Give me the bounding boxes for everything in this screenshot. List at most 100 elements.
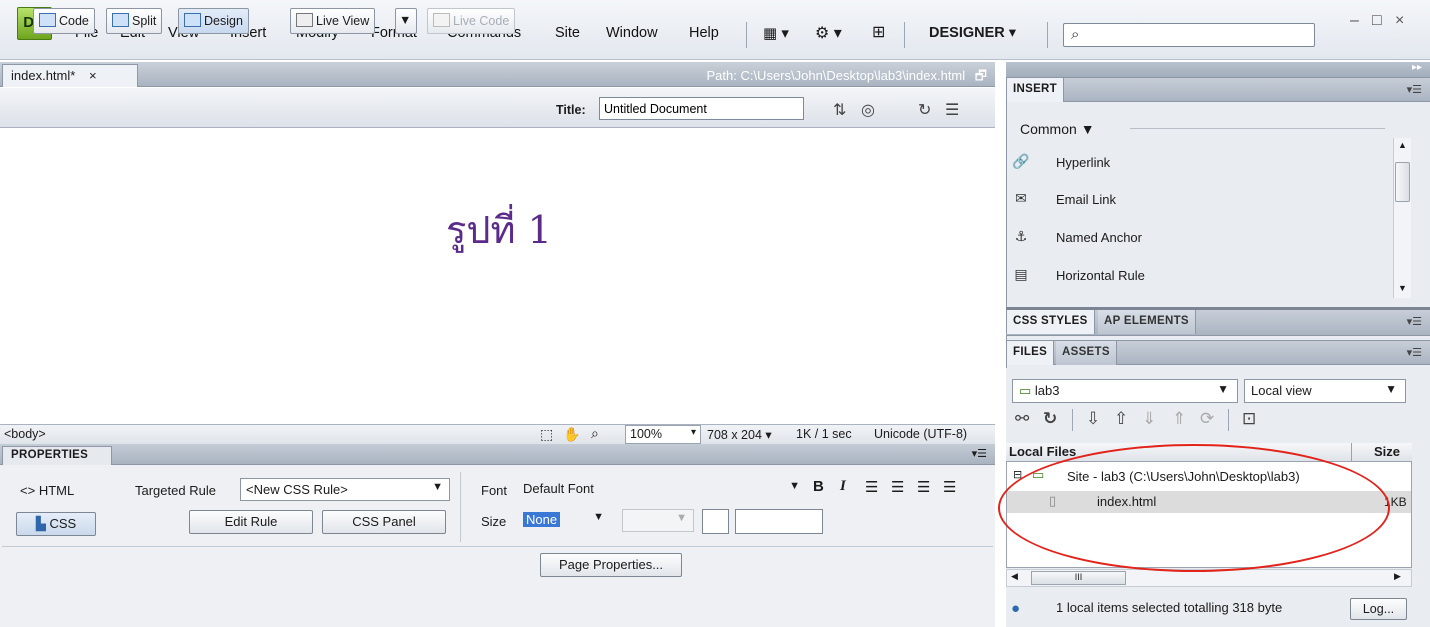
minimize-icon[interactable]: – (1350, 12, 1359, 30)
color-picker[interactable] (702, 509, 729, 534)
workspace-label: DESIGNER (929, 25, 1005, 41)
zoom-select[interactable]: 100% ▾ (625, 425, 701, 444)
put-files-icon[interactable]: ⇧ (1114, 409, 1128, 429)
tab-ap-elements[interactable]: AP ELEMENTS (1098, 310, 1196, 334)
column-local-files[interactable]: Local Files (1009, 444, 1076, 459)
get-files-icon[interactable]: ⇩ (1086, 409, 1100, 429)
tab-insert[interactable]: INSERT (1006, 78, 1064, 102)
refresh-icon[interactable]: ↻ (918, 100, 931, 120)
path-label: Path: (706, 68, 737, 83)
css-panel-button[interactable]: CSS Panel (322, 510, 446, 534)
hand-tool-icon[interactable]: ✋ (563, 426, 580, 443)
title-input[interactable] (599, 97, 804, 120)
email-link-icon: ✉ (1015, 190, 1027, 206)
close-icon[interactable]: × (1395, 12, 1404, 30)
site-select[interactable]: ▭ lab3 ▼ (1012, 379, 1238, 403)
scroll-down-icon[interactable]: ▼ (1398, 283, 1407, 293)
workspace-switcher[interactable]: DESIGNER ▾ (929, 25, 1016, 41)
menu-help[interactable]: Help (689, 25, 719, 41)
panel-menu-icon[interactable]: ▾☰ (1407, 83, 1422, 96)
view-options-icon[interactable]: ☰ (945, 100, 959, 120)
tree-row-site[interactable]: ⊟ ▭ Site - lab3 (C:\Users\John\Desktop\l… (1007, 466, 1411, 487)
site-sitemap-icon[interactable]: ⊞ (872, 22, 885, 42)
font-select[interactable]: Default Font ▼ (518, 478, 806, 501)
hscroll-thumb[interactable]: III (1031, 571, 1126, 585)
targeted-rule-select[interactable]: <New CSS Rule> ▼ (240, 478, 450, 501)
size-select[interactable]: None ▼ (518, 509, 614, 532)
live-code-button[interactable]: Live Code (427, 8, 516, 34)
log-button[interactable]: Log... (1350, 598, 1407, 620)
tag-selector[interactable]: <body> (4, 427, 46, 441)
menu-window[interactable]: Window (606, 25, 658, 41)
size-unit-select[interactable]: ▼ (622, 509, 694, 532)
expand-panel-icon[interactable]: ⊡ (1242, 409, 1256, 429)
file-management-icon[interactable]: ⇅ (833, 100, 846, 120)
zoom-tool-icon[interactable]: ⌕ (591, 425, 599, 442)
canvas-heading[interactable]: รูปที่ 1 (446, 199, 552, 260)
named-anchor-icon: ⚓ (1014, 228, 1028, 244)
design-view-button[interactable]: Design (178, 8, 249, 34)
align-justify-icon[interactable]: ☰ (943, 478, 956, 496)
tab-index-html[interactable]: index.html* × (2, 64, 138, 87)
panel-menu-icon[interactable]: ▾☰ (972, 447, 987, 460)
restore-window-icon[interactable]: 🗗 (975, 68, 987, 83)
chevron-down-icon: ▾ (690, 427, 696, 438)
tab-properties[interactable]: PROPERTIES (2, 446, 112, 465)
menu-site[interactable]: Site (555, 25, 580, 41)
code-view-button[interactable]: Code (33, 8, 95, 34)
live-code-icon (433, 13, 450, 27)
help-search-input[interactable]: ⌕ (1063, 23, 1315, 47)
scrollbar-thumb[interactable] (1395, 162, 1410, 202)
layout-menu-icon[interactable]: ▦ ▾ (763, 24, 789, 42)
window-size-value: 708 x 204 (707, 428, 762, 442)
scroll-left-icon[interactable]: ◀ (1011, 571, 1018, 582)
align-right-icon[interactable]: ☰ (917, 478, 930, 496)
scroll-up-icon[interactable]: ▲ (1398, 140, 1407, 150)
document-path: Path: C:\Users\John\Desktop\lab3\index.h… (706, 67, 987, 89)
panel-menu-icon[interactable]: ▾☰ (1407, 346, 1422, 359)
live-view-dropdown[interactable]: ▼ (395, 8, 417, 34)
css-icon: ▙ (35, 516, 46, 531)
check-out-icon[interactable]: ⇓ (1142, 409, 1156, 429)
design-canvas[interactable] (0, 129, 995, 423)
tab-close-icon[interactable]: × (89, 68, 97, 83)
tab-css-styles[interactable]: CSS STYLES (1006, 310, 1095, 334)
tree-row-file[interactable]: ▯ index.html 1KB (1007, 491, 1411, 513)
css-mode-button[interactable]: ▙ CSS (16, 512, 96, 536)
insert-item-label: Horizontal Rule (1056, 268, 1145, 283)
check-in-icon[interactable]: ⇑ (1172, 409, 1186, 429)
panel-menu-icon[interactable]: ▾☰ (1407, 315, 1422, 328)
tab-files[interactable]: FILES (1006, 341, 1055, 365)
hyperlink-icon: 🔗 (1012, 153, 1030, 169)
title-label: Title: (556, 103, 586, 117)
column-size[interactable]: Size (1374, 444, 1400, 459)
design-label: Design (204, 14, 243, 28)
edit-rule-button[interactable]: Edit Rule (189, 510, 313, 534)
refresh-icon[interactable]: ↻ (1043, 409, 1057, 429)
bold-button[interactable]: B (813, 478, 824, 495)
page-properties-button[interactable]: Page Properties... (540, 553, 682, 577)
scroll-right-icon[interactable]: ▶ (1394, 571, 1401, 582)
split-label: Split (132, 14, 157, 28)
select-tool-icon[interactable]: ⬚ (540, 426, 553, 443)
maximize-icon[interactable]: □ (1372, 12, 1382, 30)
tab-assets[interactable]: ASSETS (1056, 341, 1117, 365)
extend-gear-icon[interactable]: ⚙ ▾ (815, 23, 842, 43)
insert-category-select[interactable]: Common ▼ (1020, 121, 1095, 137)
align-center-icon[interactable]: ☰ (891, 478, 904, 496)
color-input[interactable] (735, 509, 823, 534)
synchronize-icon[interactable]: ⟳ (1200, 409, 1214, 429)
chevron-down-icon: ▾ (1008, 25, 1017, 41)
collapse-panels-icon[interactable]: ▸▸ (1412, 62, 1422, 73)
live-view-button[interactable]: Live View (290, 8, 376, 34)
connect-icon[interactable]: ⚯ (1015, 409, 1029, 429)
html-mode-button[interactable]: <> HTML (20, 483, 74, 498)
italic-button[interactable]: I (840, 478, 846, 495)
window-size[interactable]: 708 x 204 ▾ (707, 427, 772, 442)
collapse-tree-icon[interactable]: ⊟ (1013, 468, 1022, 481)
view-select[interactable]: Local view ▼ (1244, 379, 1406, 403)
align-left-icon[interactable]: ☰ (865, 478, 878, 496)
files-hscrollbar[interactable]: ◀ III ▶ (1006, 569, 1412, 587)
preview-browser-icon[interactable]: ◎ (861, 100, 875, 120)
split-view-button[interactable]: Split (106, 8, 163, 34)
